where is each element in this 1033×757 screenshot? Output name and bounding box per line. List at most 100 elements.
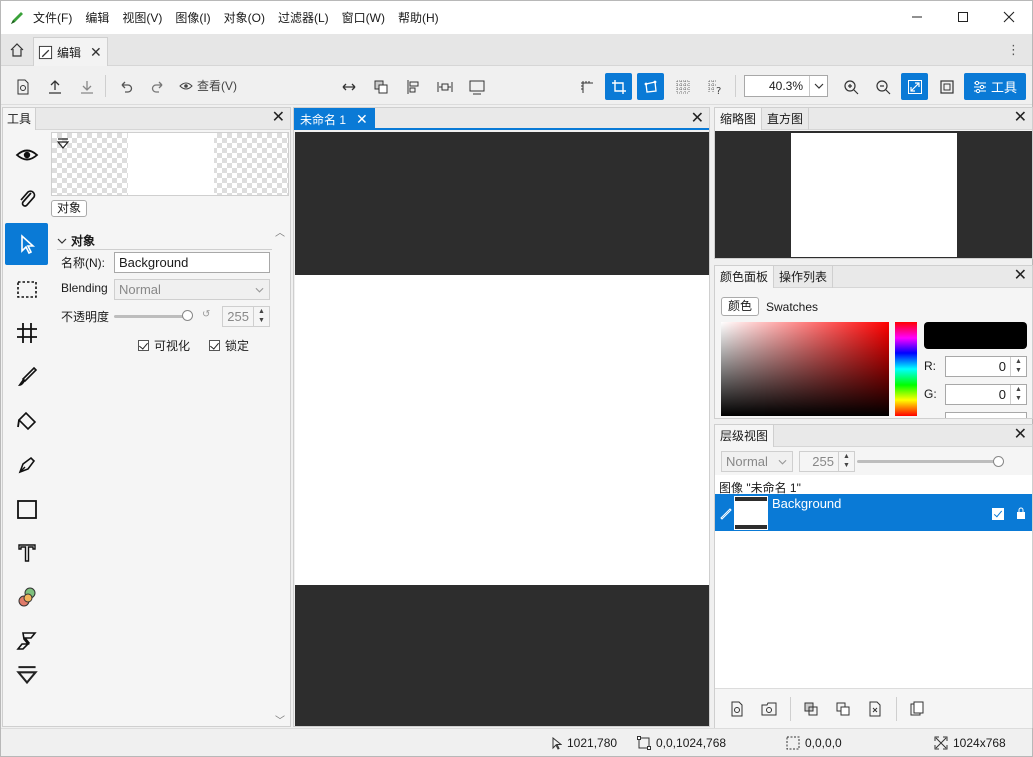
zoom-select[interactable]: 40.3% [744,75,828,97]
layer-row[interactable]: Background [715,494,1032,531]
tool-color[interactable] [5,576,48,618]
spin-arrows-icon[interactable]: ▲ ▼ [1010,385,1026,404]
undo-button[interactable] [112,73,139,100]
duplicate-layer-icon[interactable] [835,701,851,717]
zoom-in-button[interactable] [837,73,864,100]
close-window-button[interactable] [986,1,1032,33]
r-spinbox[interactable]: 0 ▲ ▼ [945,356,1027,377]
menu-view[interactable]: 视图(V) [122,10,162,26]
merge-layer-icon[interactable] [803,701,819,717]
fit-window-button[interactable] [901,73,928,100]
tab-histogram[interactable]: 直方图 [762,108,810,130]
lock-icon[interactable] [1015,507,1027,520]
image-canvas[interactable] [295,275,709,585]
tool-text[interactable] [5,532,48,574]
reset-icon[interactable]: ↺ [202,309,210,320]
menu-help[interactable]: 帮助(H) [398,10,439,26]
delete-layer-icon[interactable] [867,701,883,717]
tab-thumbnail[interactable]: 缩略图 [715,108,763,130]
tool-attach[interactable] [5,178,48,220]
tool-view[interactable] [5,134,48,176]
align-left-button[interactable] [399,73,426,100]
flip-horizontal-button[interactable] [335,73,362,100]
saturation-value-picker[interactable] [721,322,889,416]
blending-select[interactable]: Normal [114,279,270,300]
object-section-header[interactable]: 对象 [57,232,272,250]
grid-button[interactable] [669,73,696,100]
b-spinbox[interactable] [945,412,1027,418]
new-image-button[interactable] [9,73,36,100]
spin-arrows-icon[interactable]: ▲ ▼ [1010,357,1026,376]
layer-opacity-slider[interactable] [857,460,1001,463]
g-spinbox[interactable]: 0 ▲ ▼ [945,384,1027,405]
tool-crop[interactable] [5,312,48,354]
export-button[interactable] [41,73,68,100]
view-menu-button[interactable]: 查看(V) [179,77,237,94]
tools-toggle-button[interactable]: 工具 [964,73,1026,100]
menu-object[interactable]: 对象(O) [224,10,265,26]
filter-down-icon[interactable] [56,136,70,150]
zoom-out-button[interactable] [869,73,896,100]
menu-file[interactable]: 文件(F) [33,10,72,26]
tab-action-list[interactable]: 操作列表 [774,266,834,288]
close-icon[interactable]: ✕ [356,111,368,128]
spin-arrows-icon[interactable]: ▲ ▼ [838,452,854,471]
menu-window[interactable]: 窗口(W) [342,10,385,26]
tool-rectangle[interactable] [5,488,48,530]
home-button[interactable] [5,38,29,62]
color-mode-button[interactable]: 颜色 [721,297,760,316]
name-input[interactable]: Background [114,252,270,273]
minimize-button[interactable] [894,1,940,33]
current-color-swatch[interactable] [924,322,1027,349]
canvas-size-button[interactable] [463,73,490,100]
tab-edit[interactable]: 编辑 ✕ [33,37,108,66]
tool-script[interactable] [5,620,48,662]
visible-checkbox[interactable]: 可视化 [138,337,190,354]
tool-marquee[interactable] [5,268,48,310]
tool-more[interactable] [5,660,48,688]
opacity-spinbox[interactable]: 255 ▲ ▼ [222,306,270,327]
more-options-icon[interactable]: ⋮ [1007,42,1020,58]
crop-mode-button[interactable] [605,73,632,100]
tab-color-panel[interactable]: 颜色面板 [715,266,775,288]
hue-slider[interactable] [895,322,917,416]
new-layer-icon[interactable] [729,701,745,717]
menu-edit[interactable]: 编辑 [85,10,109,26]
layer-opacity-handle[interactable] [993,456,1004,467]
layer-blend-select[interactable]: Normal [721,451,793,472]
close-icon[interactable]: ✕ [272,110,285,126]
menu-image[interactable]: 图像(I) [175,10,210,26]
snap-button[interactable]: ? [701,73,728,100]
new-group-icon[interactable] [761,701,777,717]
opacity-slider-handle[interactable] [182,310,193,321]
close-icon[interactable]: ✕ [1014,110,1027,126]
tab-close-icon[interactable]: ✕ [90,44,102,61]
scroll-down-icon[interactable]: ﹀ [275,712,285,727]
close-icon[interactable]: ✕ [1014,268,1027,284]
tab-layers[interactable]: 层级视图 [715,425,775,447]
arrange-button[interactable] [367,73,394,100]
layer-opacity-spinbox[interactable]: 255 ▲ ▼ [799,451,855,472]
distribute-button[interactable] [431,73,458,100]
tool-fill[interactable] [5,400,48,442]
spin-arrows-icon[interactable]: ▲ ▼ [253,307,269,326]
object-chip-button[interactable]: 对象 [51,200,88,217]
redo-button[interactable] [144,73,171,100]
close-icon[interactable]: ✕ [1014,427,1027,443]
guides-button[interactable] [573,73,600,100]
maximize-button[interactable] [940,1,986,33]
chevron-down-icon[interactable] [809,76,827,96]
actual-size-button[interactable] [933,73,960,100]
scroll-up-icon[interactable]: ︿ [275,224,285,239]
navigator-preview[interactable] [715,131,1032,258]
tab-untitled[interactable]: 未命名 1 ✕ [294,108,375,130]
layer-visible-checkbox[interactable] [992,508,1004,520]
tool-pen[interactable] [5,444,48,486]
layer-properties-icon[interactable] [909,701,925,717]
tool-pointer[interactable] [5,223,48,265]
close-icon[interactable]: ✕ [691,111,704,127]
opacity-slider-track[interactable] [114,315,190,318]
save-button[interactable] [73,73,100,100]
swatches-tab[interactable]: Swatches [766,300,818,314]
locked-checkbox[interactable]: 锁定 [209,337,249,354]
